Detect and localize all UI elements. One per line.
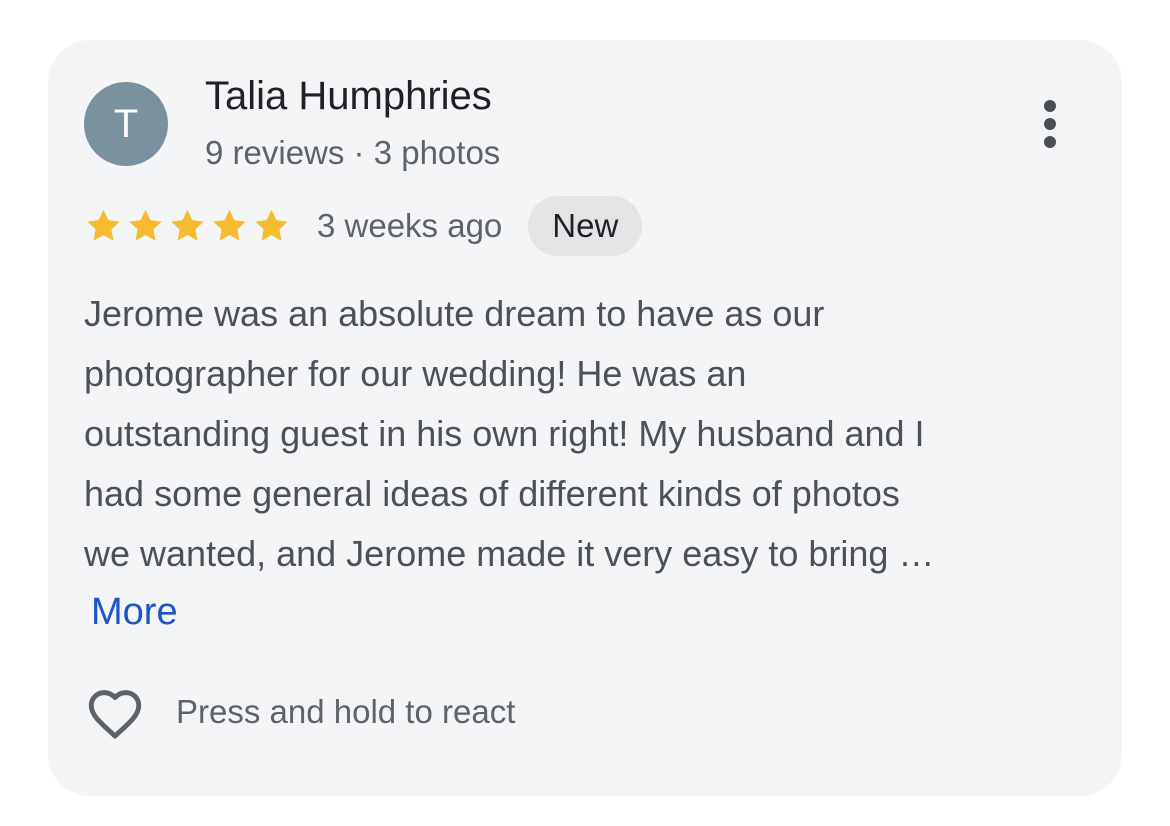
reviewer-meta: 9 reviews · 3 photos [205, 134, 501, 171]
star-icon [213, 209, 246, 241]
more-vert-icon-dot [1044, 136, 1056, 148]
review-time: 3 weeks ago [317, 207, 503, 244]
review-text-line: had some general ideas of different kind… [84, 473, 900, 514]
review-text-line: Jerome was an absolute dream to have as … [84, 293, 825, 334]
star-icon [87, 209, 120, 241]
reviewer-name[interactable]: Talia Humphries [205, 74, 492, 119]
react-label: Press and hold to react [176, 693, 516, 730]
star-icon [255, 209, 288, 241]
review-text-line: we wanted, and Jerome made it very easy … [84, 533, 935, 574]
avatar[interactable]: T [84, 82, 168, 166]
star-icon [129, 209, 162, 241]
star-icon [171, 209, 204, 241]
react-button[interactable]: Press and hold to react [84, 682, 515, 742]
star-rating [84, 207, 291, 245]
more-vert-icon-dot [1044, 118, 1056, 130]
review-text-line: photographer for our wedding! He was an [84, 353, 747, 394]
rating-row: 3 weeks ago New [84, 196, 643, 256]
review-text: Jerome was an absolute dream to have as … [84, 284, 1094, 584]
more-options-button[interactable] [1030, 96, 1070, 152]
new-badge: New [528, 196, 643, 256]
more-vert-icon [1044, 100, 1056, 112]
review-text-line: outstanding guest in his own right! My h… [84, 413, 925, 454]
more-link[interactable]: More [91, 584, 178, 640]
heart-outline-icon [88, 690, 142, 739]
